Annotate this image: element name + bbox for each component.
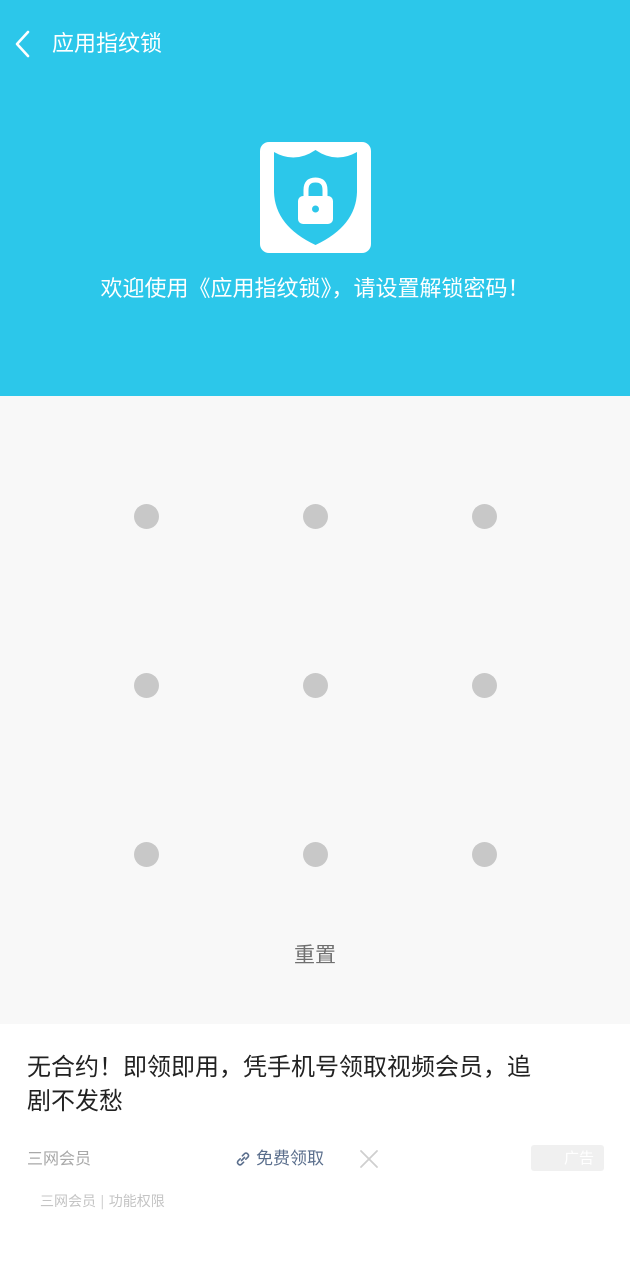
pattern-dot-4[interactable] bbox=[134, 673, 159, 698]
pattern-dot-2[interactable] bbox=[303, 504, 328, 529]
ad-cta-button[interactable]: 免费领取 bbox=[234, 1145, 324, 1173]
ad-footer: 三网会员 | 功能权限 bbox=[40, 1191, 165, 1213]
ad-badge: 广告 bbox=[531, 1145, 604, 1171]
ad-cta-label: 免费领取 bbox=[256, 1149, 324, 1169]
link-icon bbox=[236, 1152, 250, 1166]
welcome-message: 欢迎使用《应用指纹锁》，请设置解锁密码！ bbox=[100, 277, 530, 302]
ad-footer-separator: | bbox=[100, 1194, 105, 1210]
ad-footer-permissions-link[interactable]: 功能权限 bbox=[109, 1194, 165, 1210]
back-button[interactable] bbox=[0, 14, 46, 74]
chevron-left-icon bbox=[15, 30, 30, 58]
ad-source: 三网会员 bbox=[27, 1149, 92, 1168]
ad-close-button[interactable] bbox=[356, 1146, 382, 1172]
pattern-lock-grid[interactable]: 重置 bbox=[0, 396, 630, 1024]
pattern-dot-6[interactable] bbox=[472, 673, 497, 698]
pattern-dot-3[interactable] bbox=[472, 504, 497, 529]
app-logo bbox=[260, 142, 371, 253]
header: 应用指纹锁 欢迎使用《应用指纹锁》，请设置解锁密码！ bbox=[0, 0, 630, 396]
pattern-dot-7[interactable] bbox=[134, 842, 159, 867]
reset-button[interactable]: 重置 bbox=[265, 937, 365, 973]
page-title: 应用指纹锁 bbox=[52, 32, 163, 57]
pattern-dot-5[interactable] bbox=[303, 673, 328, 698]
shield-lock-icon bbox=[260, 142, 371, 253]
ad-headline[interactable]: 无合约！即领即用，凭手机号领取视频会员，追剧不发愁 bbox=[27, 1050, 547, 1118]
pattern-dot-8[interactable] bbox=[303, 842, 328, 867]
pattern-dot-1[interactable] bbox=[134, 504, 159, 529]
pattern-dot-9[interactable] bbox=[472, 842, 497, 867]
ad-footer-brand: 三网会员 bbox=[40, 1194, 96, 1210]
ad-banner[interactable]: 无合约！即领即用，凭手机号领取视频会员，追剧不发愁 三网会员 免费领取 广告 三… bbox=[0, 1024, 630, 1280]
close-icon bbox=[360, 1150, 378, 1168]
